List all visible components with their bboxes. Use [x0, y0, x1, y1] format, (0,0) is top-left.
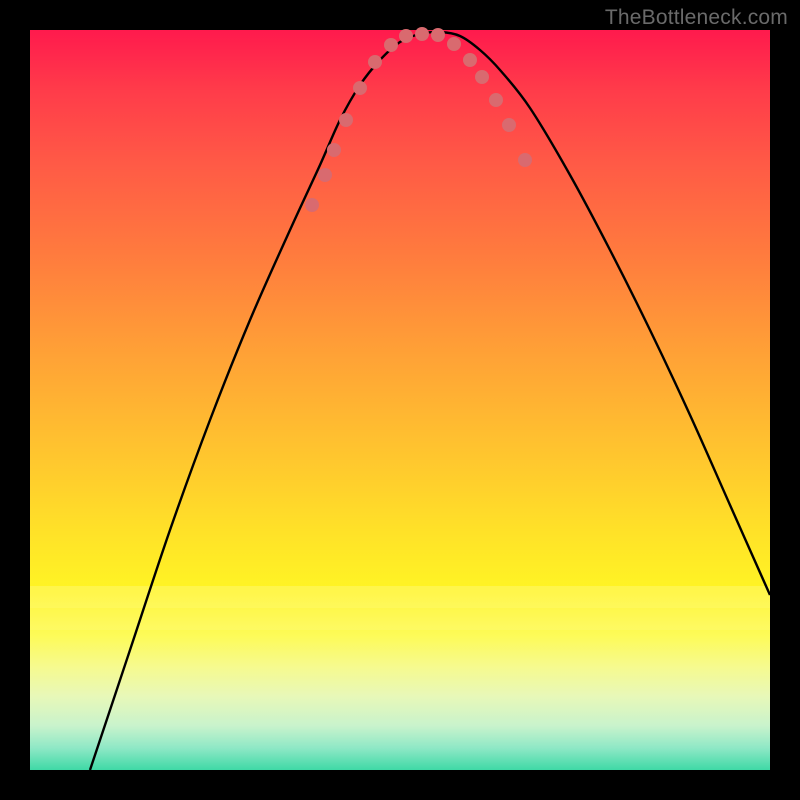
sample-point [463, 53, 477, 67]
sample-point [475, 70, 489, 84]
sample-point [384, 38, 398, 52]
sample-point [489, 93, 503, 107]
sample-point [399, 29, 413, 43]
sample-point [353, 81, 367, 95]
sample-point [339, 113, 353, 127]
sample-point [305, 198, 319, 212]
sample-points [305, 27, 532, 212]
sample-point [415, 27, 429, 41]
sample-point [502, 118, 516, 132]
sample-point [447, 37, 461, 51]
bottleneck-curve [90, 32, 770, 770]
chart-svg [30, 30, 770, 770]
sample-point [327, 143, 341, 157]
sample-point [431, 28, 445, 42]
sample-point [318, 168, 332, 182]
sample-point [518, 153, 532, 167]
bottleneck-curve-path [90, 32, 770, 770]
chart-plot-area [30, 30, 770, 770]
sample-point [368, 55, 382, 69]
watermark-text: TheBottleneck.com [605, 6, 788, 30]
